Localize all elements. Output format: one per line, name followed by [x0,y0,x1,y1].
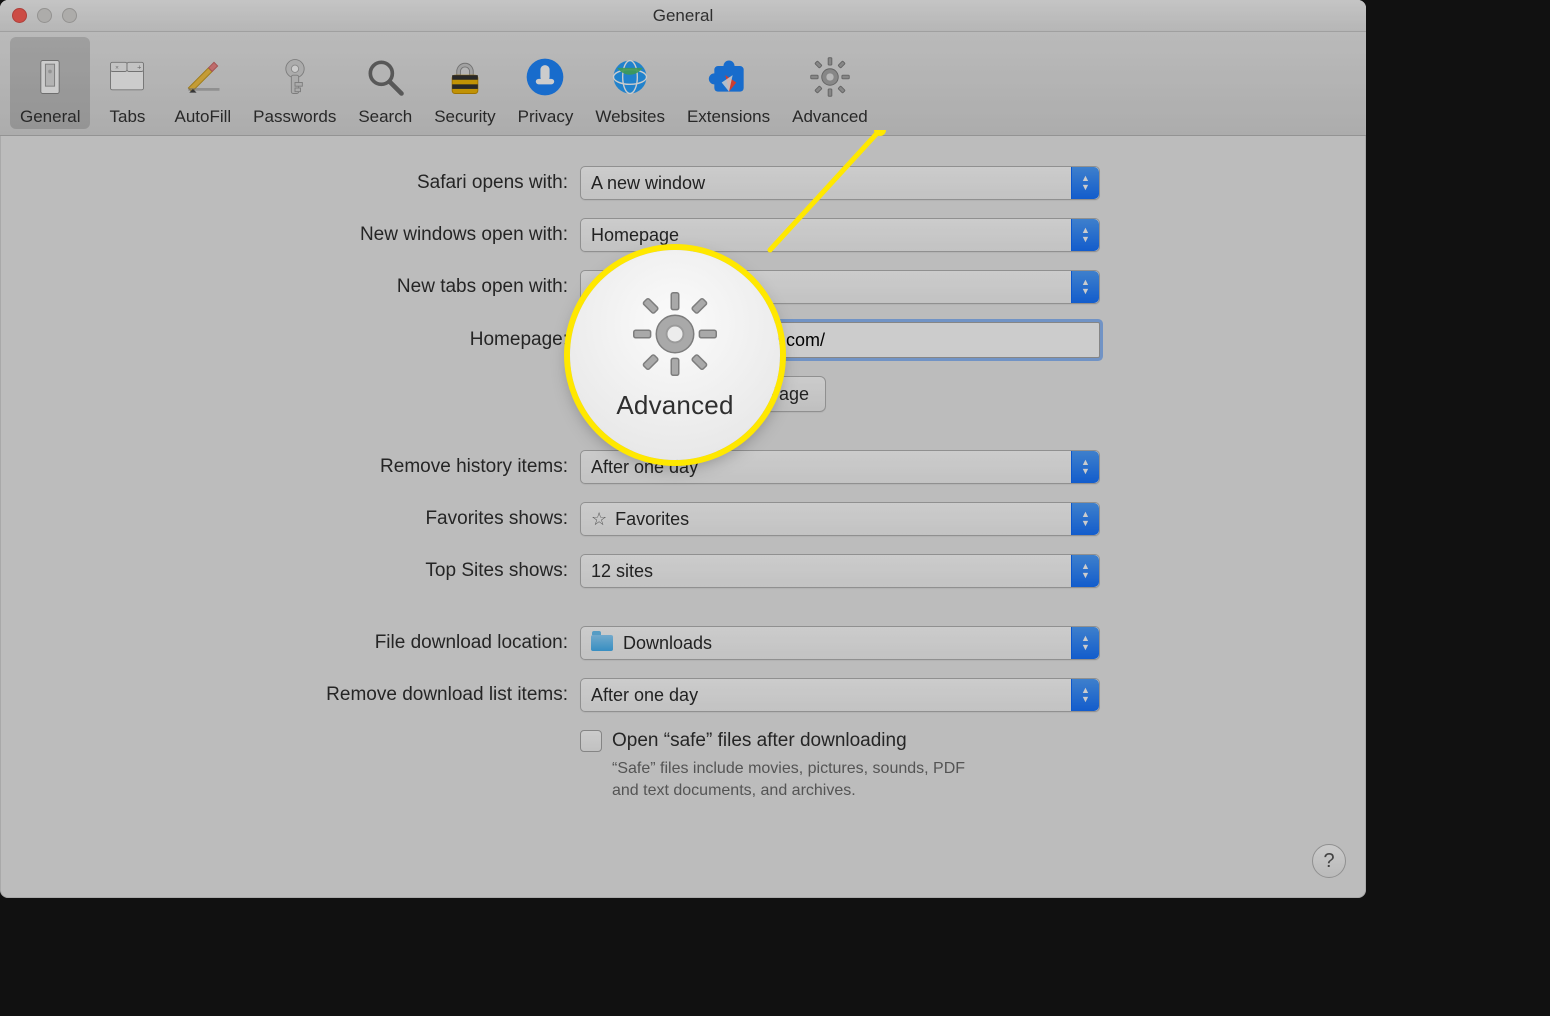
tab-security[interactable]: Security [424,37,505,129]
tab-extensions[interactable]: Extensions [677,37,780,129]
new-tabs-open-with-label: New tabs open with: [0,276,580,298]
new-windows-open-with-value: Homepage [591,225,679,246]
tab-websites-label: Websites [595,107,665,127]
popup-arrows-icon [1071,555,1099,587]
set-current-page-label: Page [767,384,809,405]
folder-icon [591,635,613,651]
download-location-value: Downloads [623,633,712,654]
star-icon: ☆ [591,509,607,530]
window-title: General [0,0,1366,32]
popup-arrows-icon [1071,219,1099,251]
privacy-icon [521,53,569,101]
search-icon [361,53,409,101]
tab-privacy[interactable]: Privacy [508,37,584,129]
advanced-gear-icon [806,53,854,101]
tab-websites[interactable]: Websites [585,37,675,129]
favorites-shows-popup[interactable]: ☆ Favorites [580,502,1100,536]
remove-history-label: Remove history items: [0,456,580,478]
popup-arrows-icon [1071,679,1099,711]
download-location-popup[interactable]: Downloads [580,626,1100,660]
new-windows-open-with-popup[interactable]: Homepage [580,218,1100,252]
titlebar: General [0,0,1366,32]
help-icon: ? [1323,850,1334,873]
tab-privacy-label: Privacy [518,107,574,127]
tabs-icon: ×+ [103,53,151,101]
tab-tabs-label: Tabs [110,107,146,127]
tab-advanced[interactable]: Advanced [782,37,878,129]
open-safe-files-checkbox[interactable] [580,730,602,752]
popup-arrows-icon [1071,271,1099,303]
favorites-shows-label: Favorites shows: [0,508,580,530]
tab-security-label: Security [434,107,495,127]
preferences-window: General General ×+ Tabs AutoFill Passwor [0,0,1366,898]
websites-icon [606,53,654,101]
passwords-icon [271,53,319,101]
zoom-window-button[interactable] [62,8,77,23]
minimize-window-button[interactable] [37,8,52,23]
safari-opens-with-value: A new window [591,173,705,194]
remove-download-list-value: After one day [591,685,698,706]
tab-advanced-label: Advanced [792,107,868,127]
tab-search[interactable]: Search [348,37,422,129]
remove-history-popup[interactable]: After one day [580,450,1100,484]
extensions-icon [705,53,753,101]
open-safe-files-hint: “Safe” files include movies, pictures, s… [612,758,992,801]
popup-arrows-icon [1071,503,1099,535]
autofill-icon [179,53,227,101]
new-tabs-open-with-popup[interactable] [580,270,1100,304]
remove-download-list-label: Remove download list items: [0,684,580,706]
close-window-button[interactable] [12,8,27,23]
homepage-label: Homepage: [0,329,580,351]
top-sites-shows-value: 12 sites [591,561,653,582]
new-windows-open-with-label: New windows open with: [0,224,580,246]
tab-passwords[interactable]: Passwords [243,37,346,129]
safari-opens-with-label: Safari opens with: [0,172,580,194]
prefs-toolbar: General ×+ Tabs AutoFill Passwords Searc… [0,32,1366,136]
open-safe-files-label: Open “safe” files after downloading [612,730,907,752]
tab-extensions-label: Extensions [687,107,770,127]
tab-autofill-label: AutoFill [174,107,231,127]
tab-general-label: General [20,107,80,127]
popup-arrows-icon [1071,627,1099,659]
remove-history-value: After one day [591,457,698,478]
tab-autofill[interactable]: AutoFill [164,37,241,129]
help-button[interactable]: ? [1312,844,1346,878]
svg-text:×: × [116,65,120,72]
tab-general[interactable]: General [10,37,90,129]
top-sites-shows-popup[interactable]: 12 sites [580,554,1100,588]
homepage-field[interactable] [580,322,1100,358]
popup-arrows-icon [1071,167,1099,199]
tab-search-label: Search [358,107,412,127]
remove-download-list-popup[interactable]: After one day [580,678,1100,712]
general-icon [26,53,74,101]
window-controls [12,8,77,23]
popup-arrows-icon [1071,451,1099,483]
tab-tabs[interactable]: ×+ Tabs [92,37,162,129]
download-location-label: File download location: [0,632,580,654]
svg-text:+: + [138,63,142,72]
safari-opens-with-popup[interactable]: A new window [580,166,1100,200]
set-current-page-button[interactable]: Page [750,376,826,412]
general-pane: Safari opens with: A new window New wind… [0,136,1366,898]
top-sites-shows-label: Top Sites shows: [0,560,580,582]
favorites-shows-value: Favorites [615,509,689,530]
security-icon [441,53,489,101]
tab-passwords-label: Passwords [253,107,336,127]
